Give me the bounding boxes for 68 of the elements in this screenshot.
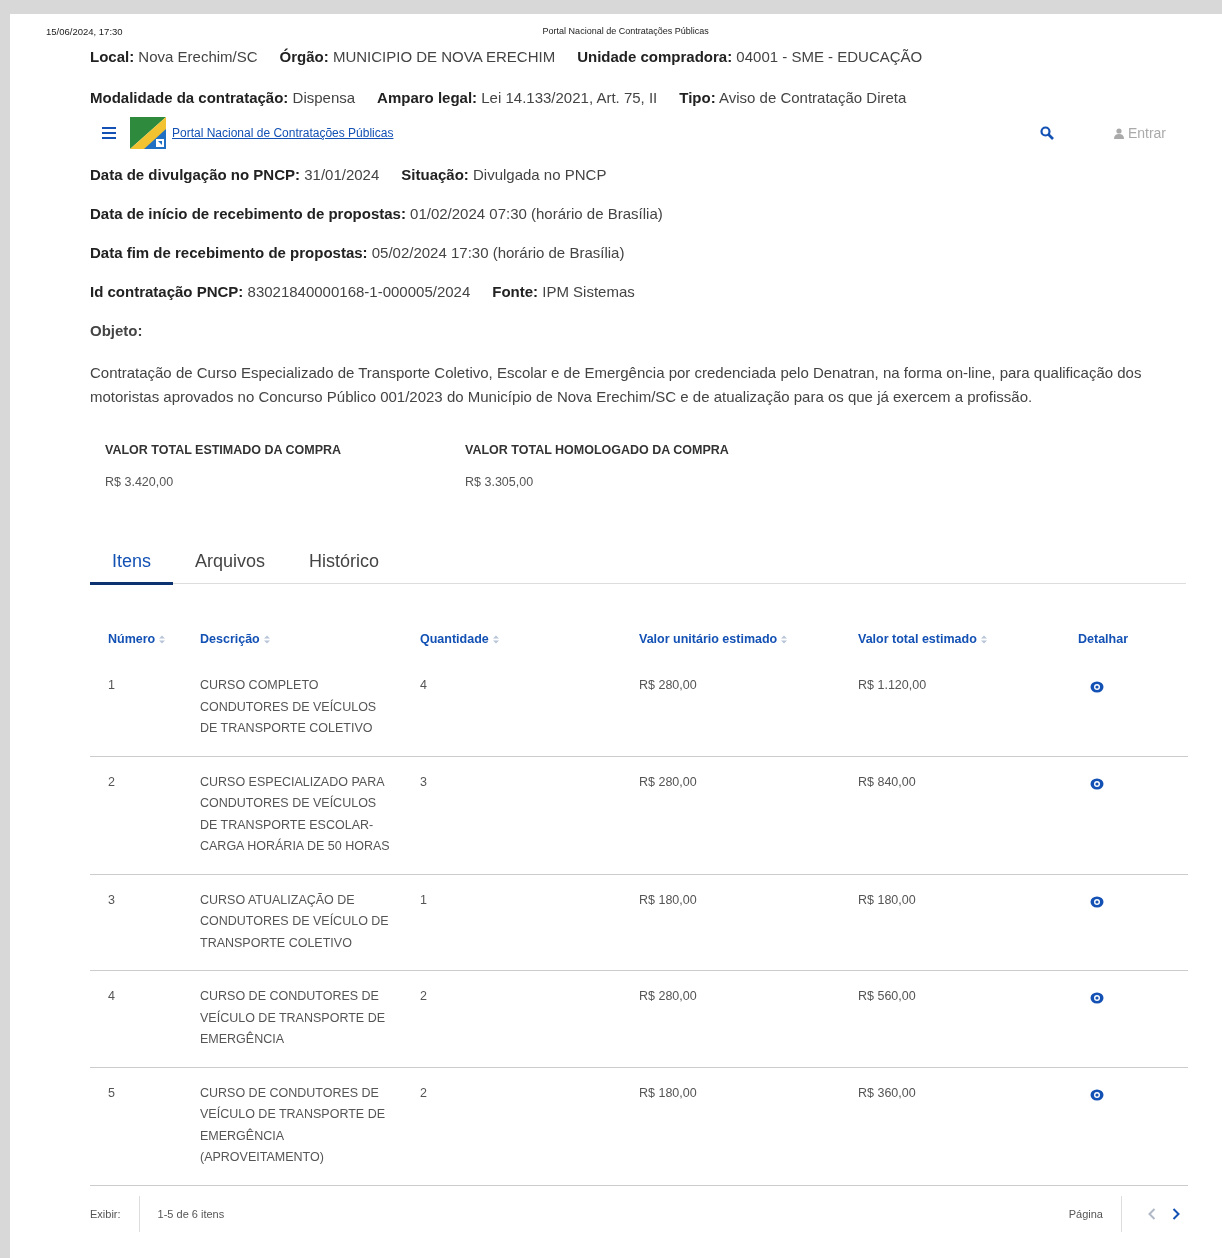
table-cell-text: CURSO ESPECIALIZADO PARA CONDUTORES DE VEÍCULOS DE TRANSPORTE ESCOLAR- CARGA HORÁRIA DE 50 HORAS	[200, 773, 391, 855]
column-header[interactable]: Detalhar	[1078, 632, 1129, 646]
tab[interactable]: Arquivos	[173, 545, 288, 585]
print-date: 15/06/2024, 17:30	[46, 26, 123, 39]
field-text: Situação: Divulgada no PNCP	[401, 166, 607, 183]
show-label: Exibir:	[90, 1207, 121, 1220]
field-text: Unidade compradora: 04001 - SME - EDUCAÇÃO	[577, 48, 923, 65]
field-text: Data de início de recebimento de propostas: 01/02/2024 07:30 (horário de Brasília)	[90, 205, 663, 222]
field-text: Amparo legal: Lei 14.133/2021, Art. 75, II	[377, 89, 658, 106]
total-label: VALOR TOTAL HOMOLOGADO DA COMPRA	[465, 443, 730, 457]
table-cell-text: 2	[420, 988, 428, 1005]
table-cell-text: R$ 840,00	[858, 773, 917, 791]
menu-icon[interactable]	[102, 127, 116, 139]
table-cell-text: 1	[107, 677, 116, 694]
eye-icon[interactable]	[1090, 1088, 1104, 1101]
eye-icon[interactable]	[1090, 895, 1104, 908]
table-cell-text: R$ 280,00	[639, 773, 698, 791]
eye-icon[interactable]	[1090, 992, 1104, 1004]
table-cell-text: R$ 1.120,00	[858, 677, 928, 694]
column-header[interactable]: Valor total estimado	[858, 632, 977, 646]
total-label: VALOR TOTAL ESTIMADO DA COMPRA	[105, 443, 343, 457]
table-cell-text: 4	[420, 677, 428, 694]
table-cell-text: 1	[420, 891, 428, 909]
table-cell-text: CURSO ATUALIZAÇÃO DE CONDUTORES DE VEÍCULO DE TRANSPORTE COLETIVO	[200, 891, 390, 952]
table-cell-text: R$ 360,00	[858, 1084, 917, 1102]
table-cell-text: R$ 180,00	[639, 1084, 698, 1102]
tab[interactable]: Itens	[90, 545, 174, 585]
objeto-text: Contratação de Curso Especializado de Transporte Coletivo, Escolar e de Emergência por credenciada pelo Denatran, na forma on-line, para qualificação dos motoristas aprovados no Concurso Público 001/2023 do Município de Nova Erechim/SC e de atualização para os que já exercem a profissão.	[90, 363, 1143, 407]
chevron-right-icon[interactable]	[1172, 1207, 1180, 1220]
table-cell-text: 2	[107, 773, 116, 791]
objeto-label: Objeto:	[90, 322, 143, 339]
portal-link[interactable]: Portal Nacional de Contratações Públicas	[172, 126, 394, 140]
field-text: Local: Nova Erechim/SC	[90, 48, 258, 65]
table-cell-text: 5	[107, 1084, 116, 1102]
table-cell-text: 3	[420, 773, 428, 791]
table-cell-text: CURSO DE CONDUTORES DE VEÍCULO DE TRANSPORTE DE EMERGÊNCIA	[200, 988, 386, 1048]
tab[interactable]: Histórico	[287, 545, 402, 585]
total-value: R$ 3.305,00	[465, 475, 535, 489]
eye-icon[interactable]	[1090, 777, 1104, 790]
table-cell-text: CURSO COMPLETO CONDUTORES DE VEÍCULOS DE TRANSPORTE COLETIVO	[200, 677, 378, 737]
logo-icon[interactable]	[130, 117, 166, 149]
eye-icon[interactable]	[1090, 681, 1104, 693]
table-cell-text: R$ 180,00	[639, 891, 698, 909]
field-text: Fonte: IPM Sistemas	[492, 283, 635, 300]
table-cell-text: R$ 280,00	[639, 677, 698, 694]
field-text: Id contratação PNCP: 83021840000168-1-000005/2024	[90, 283, 471, 300]
table-cell-text: R$ 180,00	[858, 891, 917, 909]
table-cell-text: 4	[107, 988, 116, 1005]
field-text: Tipo: Aviso de Contratação Direta	[679, 89, 907, 106]
total-value: R$ 3.420,00	[105, 475, 175, 489]
page-label[interactable]: Página	[1068, 1207, 1103, 1220]
column-header[interactable]: Descrição	[200, 632, 260, 646]
table-cell-text: R$ 280,00	[639, 988, 698, 1005]
column-header[interactable]: Valor unitário estimado	[639, 632, 778, 646]
search-icon[interactable]	[1039, 126, 1054, 140]
items-range[interactable]: 1-5 de 6 itens	[157, 1207, 225, 1220]
table-cell-text: 2	[420, 1084, 428, 1102]
column-header[interactable]: Quantidade	[420, 632, 489, 646]
table-cell-text: R$ 560,00	[858, 988, 917, 1005]
column-header[interactable]: Número	[108, 632, 156, 646]
print-title: Portal Nacional de Contratações Públicas	[542, 26, 709, 38]
field-text: Data de divulgação no PNCP: 31/01/2024	[90, 166, 380, 183]
user-icon	[1113, 127, 1124, 139]
field-text: Modalidade da contratação: Dispensa	[90, 89, 356, 106]
field-text: Órgão: MUNICIPIO DE NOVA ERECHIM	[279, 48, 556, 65]
table-cell-text: CURSO DE CONDUTORES DE VEÍCULO DE TRANSPORTE DE EMERGÊNCIA (APROVEITAMENTO)	[200, 1084, 386, 1166]
table-cell-text: 3	[107, 891, 116, 909]
field-text: Data fim de recebimento de propostas: 05/02/2024 17:30 (horário de Brasília)	[90, 244, 625, 261]
